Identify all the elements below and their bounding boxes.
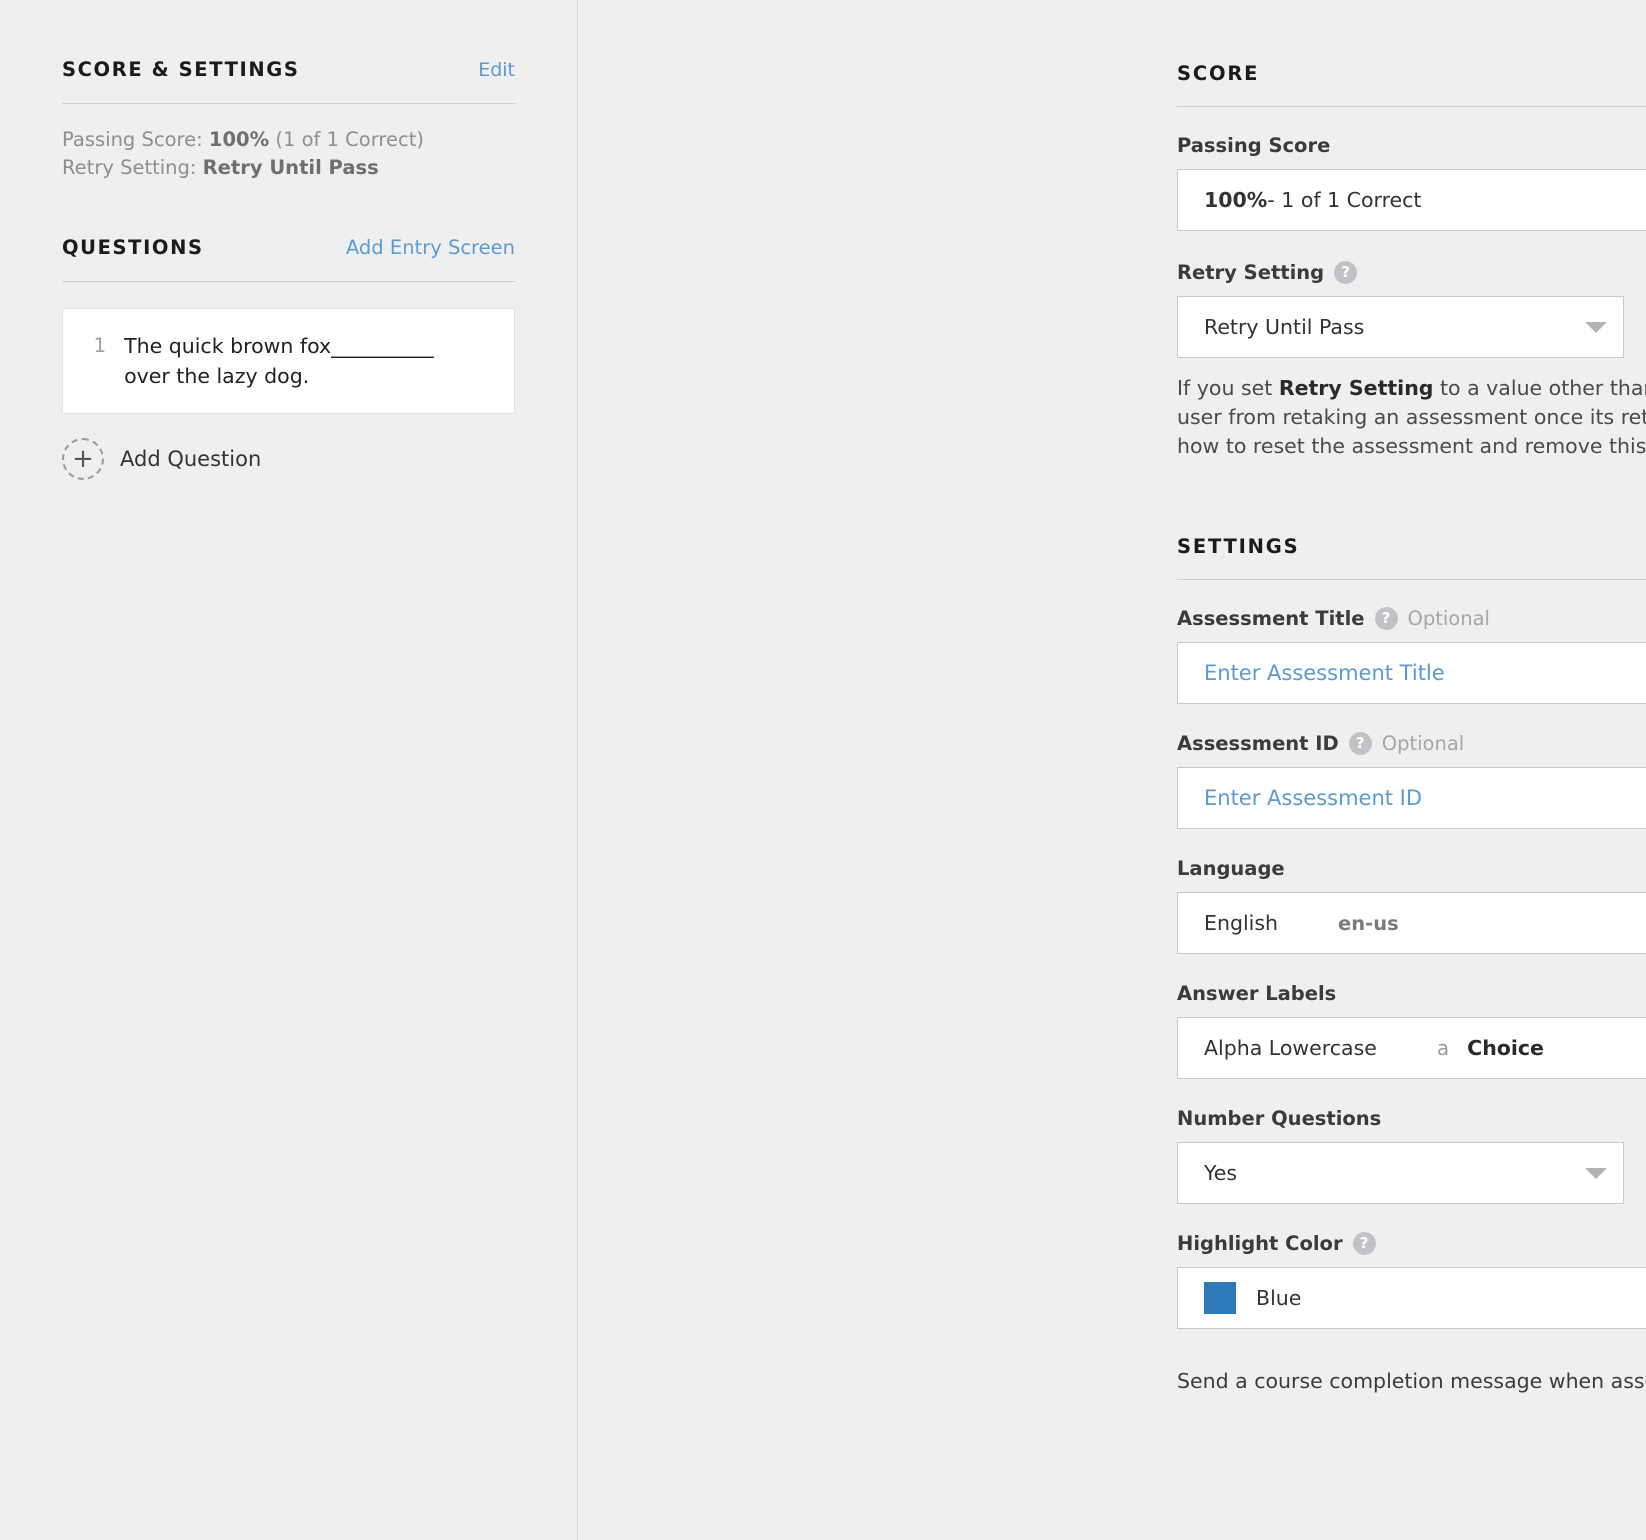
passing-score-label: Passing Score <box>1177 134 1646 157</box>
passing-score-select[interactable]: 100% - 1 of 1 Correct <box>1177 169 1646 231</box>
chevron-down-icon <box>1585 1168 1607 1179</box>
color-swatch <box>1204 1282 1236 1314</box>
note-part-2: to a value other than <box>1433 376 1646 400</box>
retry-setting-field: Retry Setting ? Retry Until Pass <box>1177 261 1624 358</box>
answer-labels-sample-word: Choice <box>1467 1036 1544 1060</box>
assessment-id-field: Assessment ID ? Optional Enter Assessmen… <box>1177 732 1646 829</box>
retry-setting-label: Retry Setting ? <box>1177 261 1624 284</box>
plus-icon: + <box>62 438 104 480</box>
question-list-item[interactable]: 1 The quick brown fox__________ over the… <box>62 308 515 414</box>
assessment-settings-page: SCORE & SETTINGS Edit Passing Score: 100… <box>0 0 1646 1540</box>
settings-section: SETTINGS Assessment Title ? Optional Ent… <box>1177 535 1646 1399</box>
assessment-title-label-text: Assessment Title <box>1177 607 1365 630</box>
highlight-color-field: Highlight Color ? Blue <box>1177 1232 1646 1329</box>
numbering-row: Number Questions Yes Start Numbering At … <box>1177 1107 1646 1204</box>
completion-message-row: Send a course completion message when as… <box>1177 1363 1646 1399</box>
edit-link[interactable]: Edit <box>478 59 515 81</box>
main-content: SCORE Passing Score 100% - 1 of 1 Correc… <box>1177 0 1646 1399</box>
note-part-1: If you set <box>1177 376 1279 400</box>
retry-setting-summary-value: Retry Until Pass <box>203 156 379 179</box>
chevron-down-icon <box>1585 322 1607 333</box>
passing-score-select-detail: - 1 of 1 Correct <box>1267 188 1421 212</box>
completion-message-label: Send a course completion message when as… <box>1177 1369 1646 1393</box>
assessment-id-help-icon[interactable]: ? <box>1349 732 1372 755</box>
retry-setting-summary-label: Retry Setting: <box>62 156 196 179</box>
passing-score-summary-detail: (1 of 1 Correct) <box>275 128 424 151</box>
add-question-button[interactable]: + Add Question <box>62 438 515 480</box>
score-section: SCORE Passing Score 100% - 1 of 1 Correc… <box>1177 0 1646 461</box>
retry-setting-label-text: Retry Setting <box>1177 261 1324 284</box>
language-value: English <box>1204 911 1278 935</box>
questions-title: QUESTIONS <box>62 236 204 259</box>
main-panel: SCORE Passing Score 100% - 1 of 1 Correc… <box>578 0 1646 1540</box>
score-divider <box>1177 106 1646 107</box>
plus-glyph: + <box>72 446 94 472</box>
number-questions-select[interactable]: Yes <box>1177 1142 1624 1204</box>
settings-heading: SETTINGS <box>1177 535 1646 558</box>
retry-row: Retry Setting ? Retry Until Pass Max Num… <box>1177 261 1646 358</box>
assessment-id-optional: Optional <box>1382 732 1464 755</box>
highlight-color-label: Highlight Color ? <box>1177 1232 1646 1255</box>
score-settings-title: SCORE & SETTINGS <box>62 58 300 81</box>
retry-setting-help-icon[interactable]: ? <box>1334 261 1357 284</box>
assessment-title-optional: Optional <box>1408 607 1490 630</box>
question-number: 1 <box>63 331 124 361</box>
assessment-id-label: Assessment ID ? Optional <box>1177 732 1646 755</box>
assessment-id-placeholder: Enter Assessment ID <box>1204 786 1422 810</box>
number-questions-value: Yes <box>1204 1161 1237 1185</box>
answer-labels-field: Answer Labels Alpha Lowercase a Choice <box>1177 982 1646 1079</box>
highlight-color-label-text: Highlight Color <box>1177 1232 1343 1255</box>
add-question-label: Add Question <box>120 447 261 471</box>
assessment-title-placeholder: Enter Assessment Title <box>1204 661 1445 685</box>
question-text: The quick brown fox__________ over the l… <box>124 331 496 391</box>
assessment-title-field: Assessment Title ? Optional Enter Assess… <box>1177 607 1646 704</box>
answer-labels-sample-letter: a <box>1437 1036 1449 1060</box>
score-settings-header: SCORE & SETTINGS Edit <box>62 0 515 81</box>
answer-labels-label: Answer Labels <box>1177 982 1646 1005</box>
language-code: en-us <box>1338 912 1399 935</box>
highlight-color-value: Blue <box>1256 1286 1301 1310</box>
passing-score-summary-value: 100% <box>209 128 269 151</box>
passing-score-field: Passing Score 100% - 1 of 1 Correct <box>1177 134 1646 231</box>
assessment-title-label: Assessment Title ? Optional <box>1177 607 1646 630</box>
assessment-id-label-text: Assessment ID <box>1177 732 1339 755</box>
number-questions-label: Number Questions <box>1177 1107 1624 1130</box>
questions-header: QUESTIONS Add Entry Screen <box>62 236 515 282</box>
score-heading: SCORE <box>1177 62 1646 85</box>
passing-score-summary: Passing Score: 100% (1 of 1 Correct) <box>62 126 515 154</box>
score-settings-divider <box>62 103 515 104</box>
assessment-id-input[interactable]: Enter Assessment ID <box>1177 767 1646 829</box>
answer-labels-select[interactable]: Alpha Lowercase a Choice <box>1177 1017 1646 1079</box>
retry-setting-select[interactable]: Retry Until Pass <box>1177 296 1624 358</box>
passing-score-summary-label: Passing Score: <box>62 128 203 151</box>
note-bold-1: Retry Setting <box>1279 376 1434 400</box>
retry-setting-summary: Retry Setting: Retry Until Pass <box>62 154 515 182</box>
answer-labels-value: Alpha Lowercase <box>1204 1036 1377 1060</box>
settings-divider <box>1177 579 1646 580</box>
highlight-color-select[interactable]: Blue <box>1177 1267 1646 1329</box>
language-select[interactable]: English en-us <box>1177 892 1646 954</box>
questions-divider <box>62 281 515 282</box>
passing-score-select-value: 100% <box>1204 188 1267 212</box>
retry-setting-select-value: Retry Until Pass <box>1204 315 1364 339</box>
sidebar: SCORE & SETTINGS Edit Passing Score: 100… <box>0 0 578 1540</box>
assessment-title-input[interactable]: Enter Assessment Title <box>1177 642 1646 704</box>
add-entry-screen-link[interactable]: Add Entry Screen <box>346 236 515 259</box>
number-questions-field: Number Questions Yes <box>1177 1107 1624 1204</box>
language-label: Language <box>1177 857 1646 880</box>
highlight-color-help-icon[interactable]: ? <box>1353 1232 1376 1255</box>
retry-setting-note: If you set Retry Setting to a value othe… <box>1177 374 1646 461</box>
assessment-title-help-icon[interactable]: ? <box>1375 607 1398 630</box>
score-settings-summary: Passing Score: 100% (1 of 1 Correct) Ret… <box>62 126 515 182</box>
questions-header-row: QUESTIONS Add Entry Screen <box>62 236 515 259</box>
language-field: Language English en-us <box>1177 857 1646 954</box>
